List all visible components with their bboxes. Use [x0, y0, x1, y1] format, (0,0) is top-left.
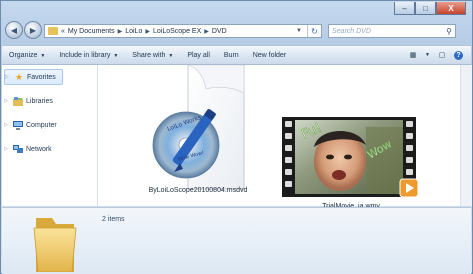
- burn-button[interactable]: Burn: [217, 52, 246, 59]
- help-icon[interactable]: ?: [454, 50, 463, 60]
- file-item[interactable]: Fu! Wow TrialMovie_ja.wmv: [279, 65, 424, 210]
- star-icon: ★: [14, 71, 24, 82]
- navigation-pane: ▷ ★ Favorites ▷ Libraries ▷ Computer ▷ N…: [2, 65, 98, 206]
- file-item[interactable]: LoiLo Works Wow Wow! ByLoiLoScope2010080…: [128, 65, 268, 205]
- expand-arrow-icon[interactable]: ▷: [4, 98, 10, 104]
- search-input[interactable]: Search DVD: [332, 28, 371, 35]
- sidebar-item-computer[interactable]: ▷ Computer: [4, 118, 57, 132]
- window-controls: – □ X: [394, 2, 466, 15]
- share-with-menu[interactable]: Share with ▼: [125, 52, 180, 59]
- dvd-document-icon: LoiLo Works Wow Wow!: [152, 65, 245, 190]
- change-view-icon[interactable]: ▦: [408, 51, 418, 60]
- include-in-library-label: Include in library: [59, 51, 111, 59]
- breadcrumb-loiloscope-ex[interactable]: LoiLoScope EX: [153, 28, 201, 35]
- expand-arrow-icon[interactable]: ▷: [4, 146, 10, 152]
- include-in-library-menu[interactable]: Include in library ▼: [52, 52, 125, 59]
- sidebar-item-label: Network: [26, 145, 52, 153]
- view-controls: ▦ ▼ ▢ ?: [408, 50, 471, 60]
- explorer-window: – □ X ◀ ▶ ▼ « My Documents ▶ LoiLo ▶ Loi…: [0, 0, 473, 274]
- breadcrumb-loilo[interactable]: LoiLo: [125, 28, 142, 35]
- folder-icon: [33, 218, 77, 272]
- command-bar: Organize ▼ Include in library ▼ Share with…: [2, 45, 471, 65]
- item-count: 2 items: [102, 216, 125, 223]
- back-button[interactable]: ◀: [5, 21, 23, 39]
- file-name: ByLoiLoScope20100804.msdvd: [148, 187, 248, 194]
- chevron-right-icon[interactable]: ▶: [118, 28, 123, 35]
- vertical-scrollbar[interactable]: [460, 65, 472, 206]
- breadcrumb-dvd[interactable]: DVD: [212, 28, 227, 35]
- sidebar-item-label: Computer: [26, 121, 57, 129]
- sidebar-item-label: Libraries: [26, 97, 53, 105]
- chevron-down-icon: ▼: [168, 52, 174, 59]
- organize-label: Organize: [9, 51, 38, 59]
- network-icon: [13, 144, 23, 154]
- refresh-icon[interactable]: ↻: [307, 25, 321, 37]
- expand-arrow-icon[interactable]: ▷: [5, 74, 11, 80]
- close-button[interactable]: X: [436, 2, 466, 15]
- nav-buttons: ◀ ▶ ▼: [5, 21, 48, 39]
- search-icon[interactable]: ⚲: [446, 27, 452, 36]
- video-thumbnail-icon: Fu! Wow: [282, 117, 419, 198]
- chevron-right-icon[interactable]: ▶: [145, 28, 150, 35]
- new-folder-button[interactable]: New folder: [246, 52, 293, 59]
- address-dropdown-icon[interactable]: ▼: [294, 28, 304, 34]
- sidebar-item-libraries[interactable]: ▷ Libraries: [4, 94, 53, 108]
- share-with-label: Share with: [132, 51, 166, 59]
- sidebar-item-favorites[interactable]: ▷ ★ Favorites: [4, 69, 63, 85]
- details-pane: 2 items: [2, 207, 471, 274]
- minimize-button[interactable]: –: [394, 2, 415, 15]
- maximize-button[interactable]: □: [415, 2, 436, 15]
- search-box[interactable]: Search DVD ⚲: [328, 24, 456, 38]
- folder-icon: [48, 27, 58, 35]
- breadcrumb-overflow[interactable]: «: [61, 28, 65, 35]
- chevron-down-icon: ▼: [113, 52, 119, 59]
- chevron-down-icon: ▼: [40, 52, 46, 59]
- play-all-button[interactable]: Play all: [180, 52, 217, 59]
- address-bar[interactable]: « My Documents ▶ LoiLo ▶ LoiLoScope EX ▶…: [44, 24, 322, 38]
- library-icon: [13, 96, 23, 106]
- sidebar-item-label: Favorites: [27, 73, 56, 81]
- forward-button[interactable]: ▶: [24, 21, 42, 39]
- chevron-right-icon[interactable]: ▶: [204, 28, 209, 35]
- breadcrumb-my-documents[interactable]: My Documents: [68, 28, 115, 35]
- organize-menu[interactable]: Organize ▼: [2, 52, 52, 59]
- file-list: LoiLo Works Wow Wow! ByLoiLoScope2010080…: [98, 65, 460, 210]
- expand-arrow-icon[interactable]: ▷: [4, 122, 10, 128]
- preview-pane-icon[interactable]: ▢: [437, 51, 447, 60]
- computer-icon: [13, 120, 23, 130]
- view-dropdown-icon[interactable]: ▼: [425, 52, 430, 58]
- sidebar-item-network[interactable]: ▷ Network: [4, 142, 52, 156]
